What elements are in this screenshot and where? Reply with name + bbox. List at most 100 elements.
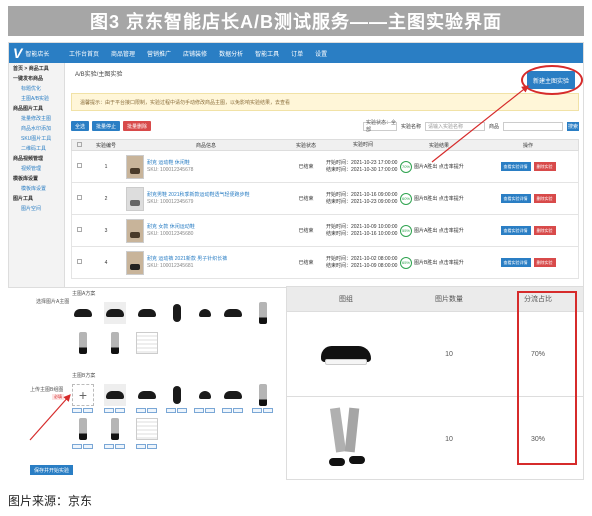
legs-icon <box>329 408 365 470</box>
image-shoe-side[interactable] <box>72 302 94 324</box>
image-actions[interactable] <box>136 408 157 413</box>
image-legs[interactable] <box>104 332 126 354</box>
main-image-a <box>315 323 377 385</box>
image-shoe-side[interactable] <box>136 302 158 324</box>
status-select[interactable]: 实验状态：全部 <box>362 120 397 133</box>
app-logo[interactable]: V 智能店长 <box>9 43 63 63</box>
image-shoe-side[interactable] <box>104 302 126 324</box>
upload-image-button[interactable]: + <box>72 384 94 406</box>
select-all-button[interactable]: 全选 <box>71 121 90 131</box>
row-checkbox[interactable] <box>72 227 86 234</box>
logo-mark-icon: V <box>13 45 23 61</box>
image-shoe-side[interactable] <box>222 384 244 406</box>
view-details-button[interactable]: 查看实验详情 <box>500 258 531 267</box>
sidebar-item[interactable]: 批量修改主图 <box>9 113 64 123</box>
image-shoe-side[interactable] <box>222 302 244 324</box>
product-title[interactable]: 耐克 运动鞋 休闲鞋 <box>147 160 193 167</box>
sidebar-item[interactable]: 商品图片工具 <box>9 103 64 113</box>
image-legs[interactable] <box>72 332 94 354</box>
sidebar-item[interactable]: 图片工具 <box>9 193 64 203</box>
sidebar-item[interactable]: 一键发布商品 <box>9 73 64 83</box>
end-time: 结束时间：2021-10-23 09:00:00 <box>326 198 398 205</box>
image-legs[interactable] <box>252 302 274 324</box>
product-info: 耐克 运动裤 2021新款 男子针织长裤 SKU: 100012345681 <box>126 250 286 275</box>
logo-text: 智能店长 <box>25 51 50 58</box>
sidebar-item[interactable]: 商品视频管理 <box>9 153 64 163</box>
sidebar-item[interactable]: 二维码工具 <box>9 143 64 153</box>
row-actions: 查看实验详情 删除实验 <box>478 162 578 171</box>
search-label: 实验名称 <box>400 123 421 130</box>
image-shoe-top[interactable] <box>166 384 188 406</box>
view-details-button[interactable]: 查看实验详情 <box>500 162 531 171</box>
delete-experiment-button[interactable]: 删除实验 <box>533 162 556 171</box>
image-size-chart[interactable] <box>136 332 158 354</box>
search-label-2: 商品 <box>488 123 499 130</box>
search-button[interactable]: 搜索 <box>567 121 579 131</box>
product-title[interactable]: 耐克男鞋 2021秋季新款运动鞋透气轻便跑步鞋 <box>147 192 250 199</box>
sidebar-item[interactable]: 模板库设置 <box>9 183 64 193</box>
image-actions[interactable] <box>104 444 125 449</box>
image-actions[interactable] <box>194 408 215 413</box>
product-sku: SKU: 100012345678 <box>147 166 194 173</box>
result-ring: 70% <box>400 160 412 173</box>
delete-experiment-button[interactable]: 删除实验 <box>533 258 556 267</box>
nav-item[interactable]: 智能工具 <box>249 49 285 58</box>
image-actions[interactable] <box>104 408 125 413</box>
product-title[interactable]: 耐克 女款 休闲运动鞋 <box>147 224 195 231</box>
result-text: 图片B胜出 点击率提升 <box>414 196 464 202</box>
image-shoe-pair[interactable] <box>194 384 216 406</box>
image-actions[interactable] <box>136 444 157 449</box>
image-shoe-side[interactable] <box>104 384 126 406</box>
nav-item[interactable]: 数据分析 <box>213 49 249 58</box>
nav-item[interactable]: 工作台首页 <box>63 49 105 58</box>
search-input[interactable]: 请输入实验名称 <box>424 121 485 131</box>
sidebar-item[interactable]: 模板库设置 <box>9 173 64 183</box>
image-legs[interactable] <box>104 418 126 440</box>
image-legs[interactable] <box>252 384 274 406</box>
product-thumbnail[interactable] <box>126 250 144 275</box>
image-shoe-top[interactable] <box>166 302 188 324</box>
view-details-button[interactable]: 查看实验详情 <box>500 226 531 235</box>
nav-item[interactable]: 订单 <box>285 49 309 58</box>
sidebar-item[interactable]: 主图A/B实验 <box>9 93 64 103</box>
sidebar-item[interactable]: 图片空间 <box>9 203 64 213</box>
nav-item[interactable]: 店铺装修 <box>177 49 213 58</box>
group-b-label: 上传主图B组图 <box>30 387 64 393</box>
delete-experiment-button[interactable]: 删除实验 <box>533 226 556 235</box>
experiment-id: 2 <box>104 195 108 202</box>
product-thumbnail[interactable] <box>126 218 144 243</box>
image-shoe-side[interactable] <box>136 384 158 406</box>
image-size-chart[interactable] <box>136 418 158 440</box>
image-actions[interactable] <box>252 408 273 413</box>
product-thumbnail[interactable] <box>126 154 144 179</box>
col-header: 实验时间 <box>352 141 373 148</box>
image-shoe-pair[interactable] <box>194 302 216 324</box>
sidebar-item[interactable]: SKU图片工具 <box>9 133 64 143</box>
save-start-button[interactable]: 保存并开始实验 <box>30 465 74 475</box>
nav-item[interactable]: 营销推广 <box>141 49 177 58</box>
delete-experiment-button[interactable]: 删除实验 <box>533 194 556 203</box>
sidebar-item[interactable]: 标题优化 <box>9 83 64 93</box>
image-actions[interactable] <box>166 408 187 413</box>
sidebar-item[interactable]: 首页 > 商品工具 <box>9 63 64 73</box>
sidebar-item[interactable]: 商品水印添加 <box>9 123 64 133</box>
image-actions[interactable] <box>222 408 243 413</box>
nav-item[interactable]: 商品管理 <box>105 49 141 58</box>
image-legs[interactable] <box>72 418 94 440</box>
product-title[interactable]: 耐克 运动裤 2021新款 男子针织长裤 <box>147 256 227 263</box>
row-checkbox[interactable] <box>72 259 86 266</box>
image-actions[interactable] <box>72 444 93 449</box>
row-checkbox[interactable] <box>72 195 86 202</box>
sidebar-item[interactable]: 视频管理 <box>9 163 64 173</box>
header-checkbox[interactable] <box>72 141 86 149</box>
batch-delete-button[interactable]: 批量删除 <box>123 121 152 131</box>
view-details-button[interactable]: 查看实验详情 <box>500 194 531 203</box>
batch-stop-button[interactable]: 批量停止 <box>92 121 121 131</box>
product-input[interactable] <box>503 121 563 131</box>
nav-item[interactable]: 设置 <box>309 49 333 58</box>
image-actions[interactable] <box>72 408 93 413</box>
group-a-label: 选择图片A主图 <box>36 299 70 305</box>
product-thumbnail[interactable] <box>126 186 144 211</box>
shoe-icon <box>74 309 92 317</box>
row-checkbox[interactable] <box>72 163 86 170</box>
